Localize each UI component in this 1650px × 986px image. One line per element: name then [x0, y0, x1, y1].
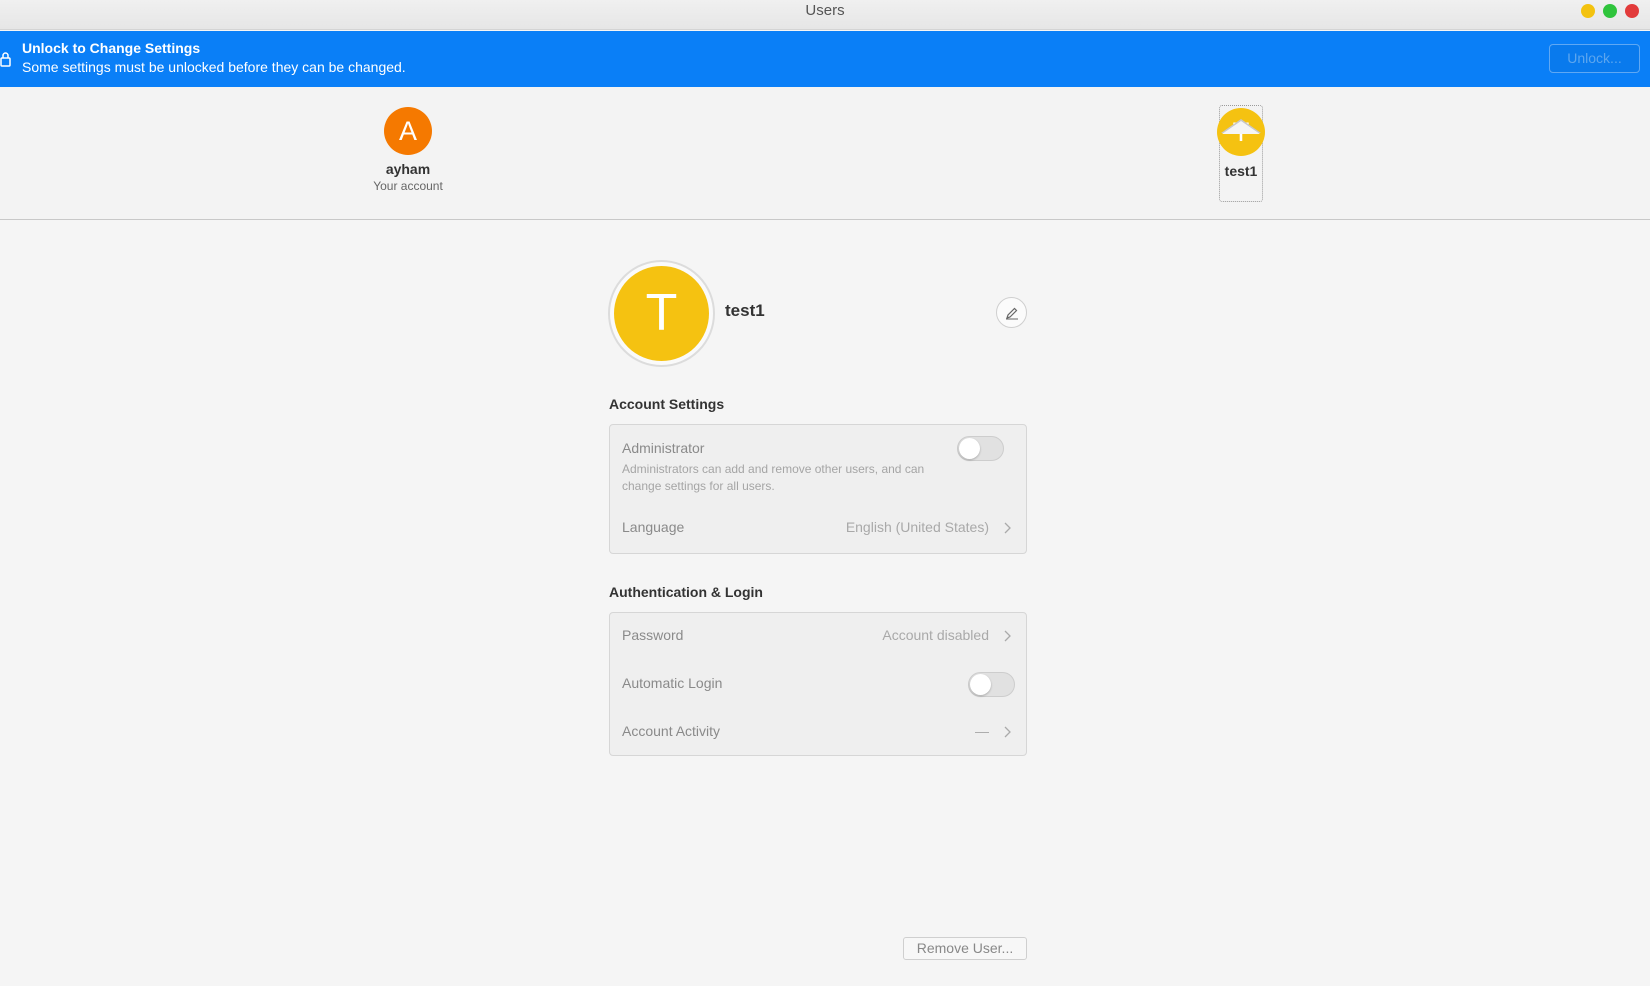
toggle-knob	[959, 438, 980, 459]
remove-user-button[interactable]: Remove User...	[903, 937, 1027, 960]
user-item-ayham[interactable]: A ayham Your account	[358, 107, 458, 193]
administrator-description: Administrators can add and remove other …	[622, 462, 925, 493]
lock-icon	[0, 52, 11, 67]
account-activity-label: Account Activity	[622, 723, 721, 739]
authentication-title: Authentication & Login	[609, 584, 763, 600]
language-value: English (United States)	[845, 519, 989, 535]
chevron-right-icon	[1004, 522, 1011, 534]
automatic-login-row: Automatic Login	[610, 661, 1026, 709]
maximize-button[interactable]	[1603, 4, 1617, 18]
automatic-login-label: Automatic Login	[622, 675, 723, 691]
unlock-infobar: Unlock to Change Settings Some settings …	[0, 31, 1650, 87]
administrator-label: Administrator	[622, 440, 705, 456]
avatar: A	[384, 107, 432, 155]
automatic-login-toggle[interactable]	[968, 672, 1015, 697]
pencil-icon	[1006, 307, 1018, 320]
authentication-panel: Password Account disabled Automatic Logi…	[609, 612, 1027, 756]
chevron-right-icon	[1004, 726, 1011, 738]
user-name: test1	[1224, 163, 1258, 179]
infobar-subtitle: Some settings must be unlocked before th…	[22, 59, 406, 75]
selection-indicator-fill	[1222, 121, 1260, 134]
window-title: Users	[805, 2, 845, 19]
chevron-right-icon	[1004, 630, 1011, 642]
password-label: Password	[622, 627, 684, 643]
edit-name-button[interactable]	[996, 297, 1027, 328]
user-list: A ayham Your account T test1	[0, 87, 1650, 220]
password-value: Account disabled	[882, 627, 989, 643]
user-avatar-large[interactable]: T	[608, 260, 715, 367]
administrator-row: Administrator Administrators can add and…	[610, 425, 1026, 511]
language-row[interactable]: Language English (United States)	[610, 511, 1026, 555]
user-subtitle: Your account	[373, 179, 443, 193]
account-settings-title: Account Settings	[609, 396, 725, 412]
close-button[interactable]	[1625, 4, 1639, 18]
user-full-name: test1	[725, 301, 765, 320]
title-bar: Users	[0, 0, 1650, 30]
account-activity-row[interactable]: Account Activity —	[610, 709, 1026, 757]
password-row[interactable]: Password Account disabled	[610, 613, 1026, 661]
unlock-button[interactable]: Unlock...	[1549, 44, 1640, 73]
account-activity-value: —	[975, 723, 989, 739]
administrator-toggle[interactable]	[957, 436, 1004, 461]
avatar: T	[614, 266, 709, 361]
language-label: Language	[622, 519, 685, 535]
infobar-title: Unlock to Change Settings	[22, 40, 201, 56]
user-name: ayham	[385, 161, 431, 177]
minimize-button[interactable]	[1581, 4, 1595, 18]
account-settings-panel: Administrator Administrators can add and…	[609, 424, 1027, 554]
toggle-knob	[970, 674, 991, 695]
